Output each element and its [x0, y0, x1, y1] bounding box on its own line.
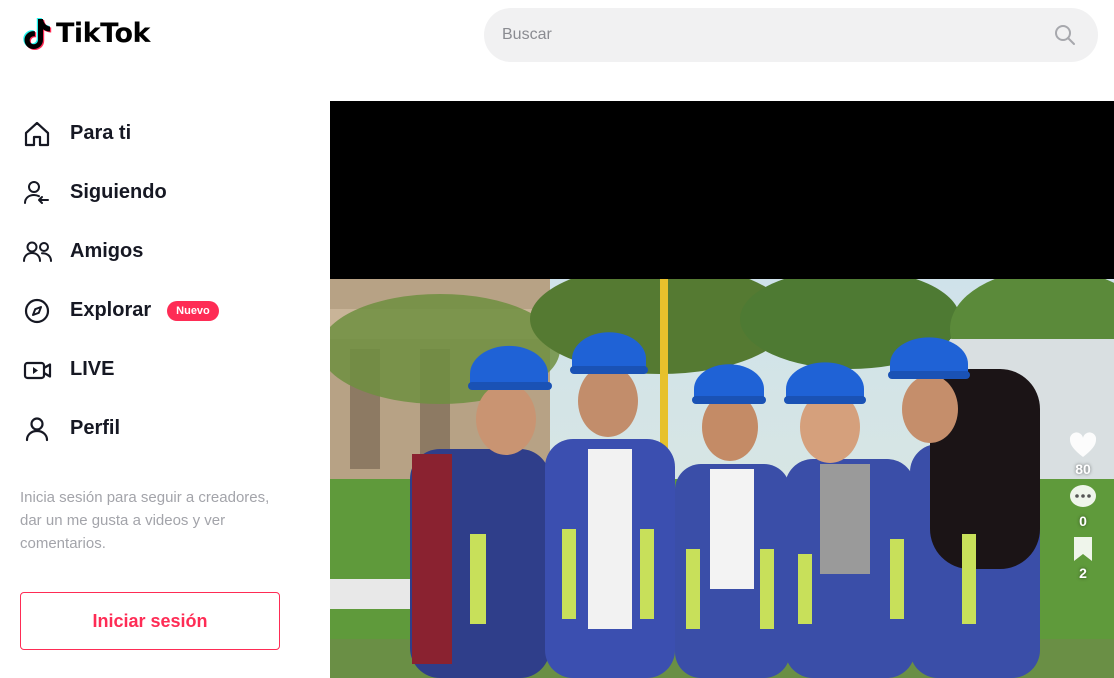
- sidebar-item-label: Perfil: [70, 417, 121, 439]
- sidebar-nav: Para ti Siguiendo Amigos Explorar Nuevo …: [22, 104, 219, 458]
- video-player[interactable]: 80 0 2: [330, 101, 1114, 678]
- search-icon: [1055, 25, 1075, 45]
- sidebar-item-label: Explorar: [70, 299, 152, 321]
- video-frame-image: [330, 279, 1114, 678]
- sidebar-item-para-ti[interactable]: Para ti: [22, 104, 219, 163]
- heart-icon: [1069, 432, 1097, 457]
- tiktok-logo-icon: [23, 18, 52, 50]
- bookmark-count: 2: [1079, 565, 1087, 581]
- comment-icon: [1070, 485, 1096, 507]
- sidebar-item-label: Amigos: [70, 240, 144, 262]
- search-bar: [484, 8, 1098, 62]
- live-icon: [22, 355, 56, 385]
- logo-text: TikTok: [56, 17, 150, 49]
- bookmark-button[interactable]: 2: [1071, 535, 1095, 581]
- login-hint-text: Inicia sesión para seguir a creadores, d…: [20, 489, 270, 552]
- sidebar-item-perfil[interactable]: Perfil: [22, 399, 219, 458]
- login-button[interactable]: Iniciar sesión: [20, 592, 280, 650]
- video-actions: 80 0 2: [1068, 431, 1098, 581]
- tiktok-logo[interactable]: TikTok: [22, 16, 150, 50]
- like-count: 80: [1075, 461, 1091, 477]
- search-input[interactable]: [502, 26, 1050, 44]
- sidebar-item-explorar[interactable]: Explorar Nuevo: [22, 281, 219, 340]
- sidebar-item-live[interactable]: LIVE: [22, 340, 219, 399]
- friends-icon: [22, 237, 56, 267]
- profile-icon: [22, 414, 56, 444]
- comment-button[interactable]: 0: [1068, 483, 1098, 529]
- sidebar-item-label: Para ti: [70, 122, 132, 144]
- sidebar-item-label: Siguiendo: [70, 181, 167, 203]
- compass-icon: [22, 296, 56, 326]
- like-button[interactable]: 80: [1068, 431, 1098, 477]
- sidebar-item-label: LIVE: [70, 358, 115, 380]
- sidebar-item-siguiendo[interactable]: Siguiendo: [22, 163, 219, 222]
- new-badge: Nuevo: [167, 300, 219, 321]
- comment-count: 0: [1079, 513, 1087, 529]
- search-button[interactable]: [1050, 20, 1080, 50]
- sidebar-item-amigos[interactable]: Amigos: [22, 222, 219, 281]
- home-icon: [22, 119, 56, 149]
- following-icon: [22, 178, 56, 208]
- bookmark-icon: [1074, 537, 1092, 561]
